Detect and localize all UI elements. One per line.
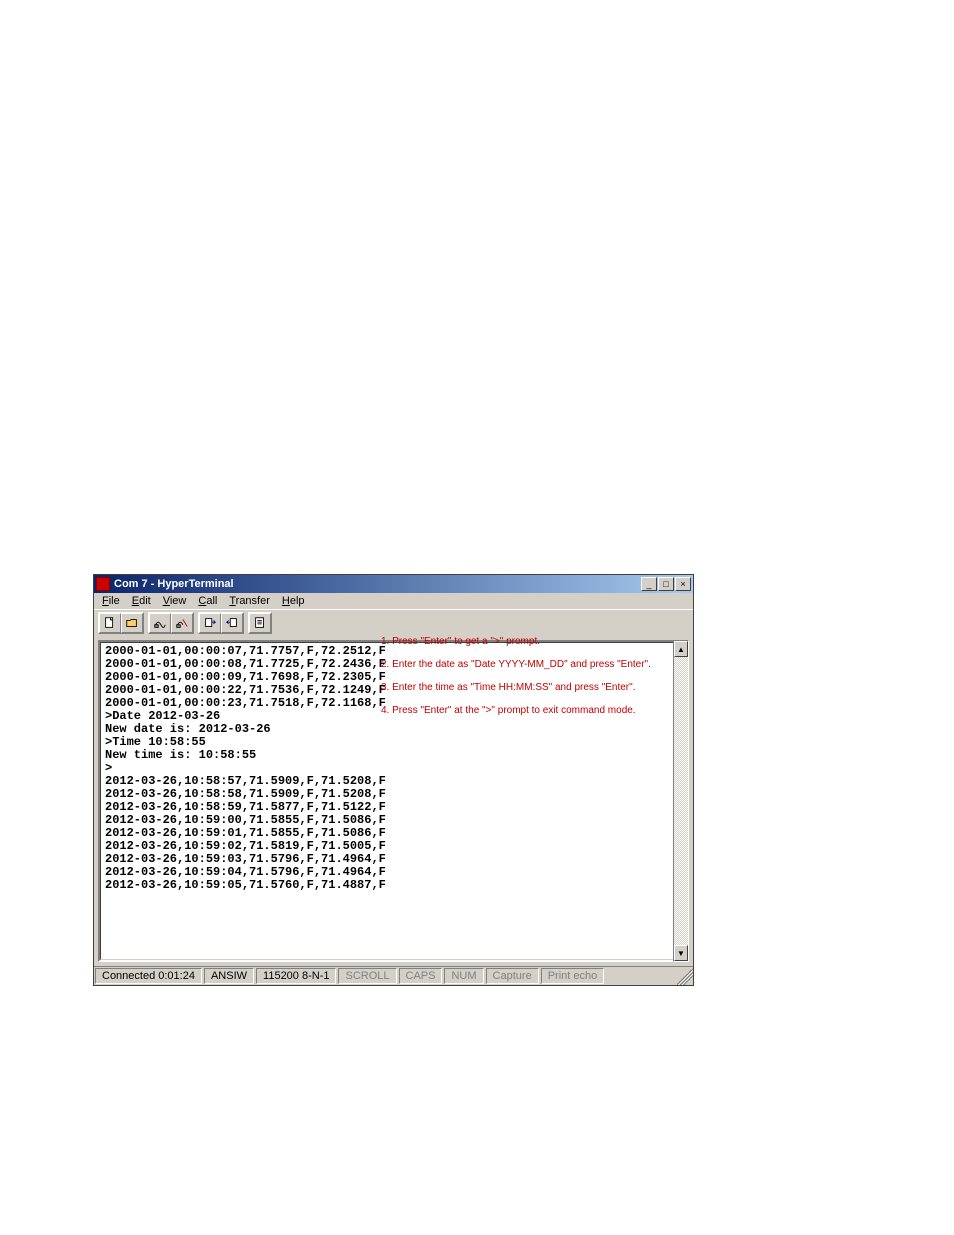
open-button[interactable] — [121, 613, 143, 633]
maximize-button[interactable]: □ — [658, 577, 674, 591]
status-num: NUM — [444, 968, 483, 984]
app-icon — [96, 577, 110, 591]
titlebar[interactable]: Com 7 - HyperTerminal _ □ × — [94, 575, 693, 593]
scroll-down-button[interactable]: ▼ — [674, 945, 688, 961]
connect-button[interactable] — [149, 613, 171, 633]
status-scroll: SCROLL — [338, 968, 396, 984]
vertical-scrollbar[interactable]: ▲ ▼ — [673, 640, 689, 962]
menu-call[interactable]: Call — [192, 594, 223, 608]
annotation-4: 4. Press "Enter" at the ">" prompt to ex… — [381, 705, 651, 717]
annotation-3: 3. Enter the time as "Time HH:MM:SS" and… — [381, 682, 651, 694]
status-caps: CAPS — [399, 968, 443, 984]
receive-button[interactable] — [221, 613, 243, 633]
menu-edit[interactable]: Edit — [126, 594, 157, 608]
menu-file[interactable]: File — [96, 594, 126, 608]
new-button[interactable] — [99, 613, 121, 633]
annotation-1: 1. Press "Enter" to get a ">" prompt. — [381, 636, 651, 648]
status-connected: Connected 0:01:24 — [95, 968, 202, 984]
status-capture: Capture — [486, 968, 539, 984]
send-button[interactable] — [199, 613, 221, 633]
minimize-button[interactable]: _ — [641, 577, 657, 591]
status-echo: Print echo — [541, 968, 605, 984]
menu-help[interactable]: Help — [276, 594, 311, 608]
close-button[interactable]: × — [675, 577, 691, 591]
annotation-2: 2. Enter the date as "Date YYYY-MM_DD" a… — [381, 659, 651, 671]
status-settings: 115200 8-N-1 — [256, 968, 336, 984]
status-emulation: ANSIW — [204, 968, 254, 984]
menu-transfer[interactable]: Transfer — [223, 594, 276, 608]
scroll-track[interactable] — [674, 657, 688, 945]
menubar: File Edit View Call Transfer Help — [94, 593, 693, 609]
scroll-up-button[interactable]: ▲ — [674, 641, 688, 657]
statusbar: Connected 0:01:24 ANSIW 115200 8-N-1 SCR… — [94, 966, 693, 985]
toolbar — [94, 609, 693, 636]
resize-grip[interactable] — [677, 967, 693, 985]
disconnect-button[interactable] — [171, 613, 193, 633]
properties-button[interactable] — [249, 613, 271, 633]
menu-view[interactable]: View — [157, 594, 193, 608]
annotation-overlay: 1. Press "Enter" to get a ">" prompt. 2.… — [381, 636, 651, 728]
window-title: Com 7 - HyperTerminal — [114, 578, 641, 590]
